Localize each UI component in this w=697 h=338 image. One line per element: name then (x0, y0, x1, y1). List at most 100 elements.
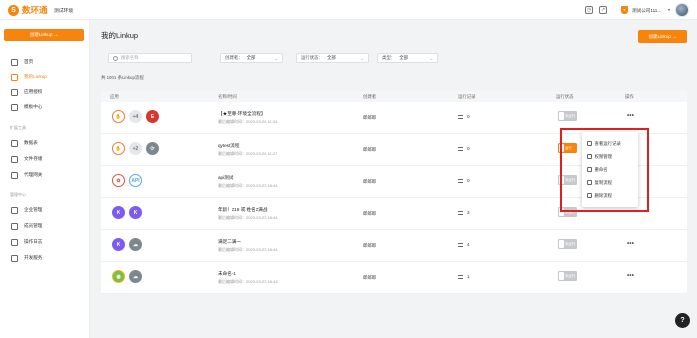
company-icon (11, 206, 18, 214)
create-linkup-button-main[interactable]: 创建Linkup → (638, 30, 687, 43)
cloud-icon: ☁ (129, 238, 142, 251)
gateway-icon (11, 171, 18, 179)
flow-creator: 郎郎郎 (363, 147, 377, 152)
sidebar-item-gateway[interactable]: 代理网关 (0, 169, 90, 181)
chevron-down-icon: ⌄ (429, 55, 433, 61)
sidebar-item-template[interactable]: 模板中心 (0, 101, 90, 113)
create-linkup-button[interactable]: 创建Linkup → (4, 29, 84, 41)
flow-creator: 郎郎郎 (363, 243, 377, 248)
sidebar-item-members[interactable]: 成员管理 (0, 220, 90, 232)
member-icon (11, 222, 18, 230)
more-apps-badge: +2 (129, 142, 142, 155)
avatar[interactable] (675, 3, 689, 17)
filter-creator[interactable]: 创建者： 全部 ⌄ (220, 53, 283, 63)
linkup-icon (11, 73, 18, 81)
section-title-tools: 扩展工具 (10, 125, 26, 130)
run-toggle[interactable]: 未运行 (558, 111, 577, 121)
flow-name[interactable]: 年龄！≠18 或 姓名≠满战 (218, 207, 267, 213)
clock-icon[interactable]: ◷ (585, 6, 593, 14)
run-records[interactable]: 4 (458, 242, 470, 247)
logo-icon: S (8, 4, 19, 16)
flow-creator: 郎郎郎 (363, 179, 377, 184)
sidebar: 创建Linkup → 首页 我的Linkup 应用授权 模板中心 扩展工具 数据… (0, 20, 90, 338)
flow-updated: 最后编辑时间：2023-03-23 16:44 (218, 215, 278, 220)
app-icon: ✋ (112, 142, 125, 155)
sidebar-item-company[interactable]: 企业管理 (0, 204, 90, 216)
flow-name[interactable]: 未命名-1 (218, 271, 236, 277)
file-icon (11, 155, 18, 163)
run-toggle[interactable]: 未运行 (558, 239, 577, 249)
search-input[interactable]: 搜索名称 (108, 53, 192, 63)
annotation-highlight-box (560, 128, 649, 212)
template-icon (11, 103, 18, 111)
app-icon: K (129, 206, 142, 219)
chevron-down-icon: ⌄ (274, 55, 278, 61)
flow-creator: 郎郎郎 (363, 211, 377, 216)
app-icon: ◉ (112, 270, 125, 283)
flow-creator: 郎郎郎 (363, 275, 377, 280)
app-icon: ⟳ (146, 142, 159, 155)
flow-creator: 郎郎郎 (363, 115, 377, 120)
filter-status[interactable]: 运行状态： 全部 ⌄ (296, 53, 369, 63)
flow-updated: 最后编辑时间：2023-03-23 16:44 (218, 183, 278, 188)
run-toggle[interactable]: 未运行 (558, 271, 577, 281)
list-icon (458, 242, 463, 247)
app-icon: ✿ (112, 174, 125, 187)
run-records[interactable]: 0 (458, 178, 470, 183)
home-icon (11, 58, 18, 66)
sidebar-item-home[interactable]: 首页 (0, 56, 90, 68)
sidebar-item-dev[interactable]: 开发服务 (0, 252, 90, 264)
total-count: 共 1001 条Linkup流程 (101, 75, 144, 80)
flow-name[interactable]: 【★至尊-环境全流程】 (218, 111, 265, 117)
flow-name[interactable]: 满足二满一 (218, 239, 241, 245)
environment-label: 测试环境 (54, 9, 74, 14)
table-row[interactable]: ◉ ☁ 未命名-1 最后编辑时间：2023-03-23 16:43 郎郎郎 1 … (101, 262, 687, 294)
filter-type[interactable]: 类型： 全部 ⌄ (377, 53, 438, 63)
authorize-icon (11, 88, 18, 96)
table-icon (11, 139, 18, 147)
log-icon (11, 238, 18, 246)
app-icon: ✋ (112, 110, 125, 123)
table-row[interactable]: K ☁ 满足二满一 最后编辑时间：2023-03-23 16:44 郎郎郎 4 … (101, 230, 687, 262)
search-icon (113, 55, 118, 61)
flow-name[interactable]: api测试 (218, 175, 233, 181)
sidebar-item-logs[interactable]: 操作日志 (0, 236, 90, 248)
cloud-icon: ☁ (129, 270, 142, 283)
app-icon: K (112, 206, 125, 219)
run-records[interactable]: 1 (458, 274, 470, 279)
run-records[interactable]: 0 (458, 146, 470, 151)
logo[interactable]: S 数环通 (8, 4, 48, 16)
top-bar: S 数环通 测试环境 ◷ ↗ ● 测试公司111... ▾ (0, 0, 697, 20)
app-icon: K (112, 238, 125, 251)
flow-updated: 最后编辑时间：2023-03-23 16:44 (218, 247, 278, 252)
app-icon: API (129, 174, 142, 187)
sidebar-item-authorize[interactable]: 应用授权 (0, 86, 90, 98)
flow-updated: 最后编辑时间：2023-03-24 11:34 (218, 119, 278, 124)
run-records[interactable]: 0 (458, 114, 470, 119)
flow-updated: 最后编辑时间：2023-03-24 11:27 (218, 151, 278, 156)
bell-icon[interactable] (607, 6, 615, 14)
list-icon (458, 210, 463, 215)
flow-name[interactable]: qytest流程 (218, 143, 239, 149)
flow-updated: 最后编辑时间：2023-03-23 16:43 (218, 279, 278, 284)
more-actions-button[interactable]: ••• (627, 273, 634, 279)
chevron-down-icon: ⌄ (360, 55, 364, 61)
more-apps-badge: +4 (129, 110, 142, 123)
company-name[interactable]: 测试公司111... (632, 8, 661, 14)
more-actions-button[interactable]: ••• (627, 241, 634, 247)
help-button[interactable]: ? (675, 313, 690, 328)
company-badge-icon: ● (621, 6, 628, 14)
sidebar-item-file-storage[interactable]: 文件存储 (0, 153, 90, 165)
section-title-admin: 管理中心 (10, 192, 26, 197)
chevron-down-icon[interactable]: ▾ (668, 7, 670, 12)
list-icon (458, 146, 463, 151)
sidebar-item-datatable[interactable]: 数据表 (0, 137, 90, 149)
app-icon: E (146, 110, 159, 123)
export-icon[interactable]: ↗ (599, 6, 607, 14)
table-header: 应用 名称/时间 创建者 运行记录 运行状态 操作 (101, 91, 687, 102)
more-actions-button[interactable]: ••• (627, 113, 634, 119)
run-records[interactable]: 3 (458, 210, 470, 215)
list-icon (458, 274, 463, 279)
sidebar-item-my-linkup[interactable]: 我的Linkup (0, 71, 90, 83)
page-title: 我的Linkup (101, 31, 139, 40)
